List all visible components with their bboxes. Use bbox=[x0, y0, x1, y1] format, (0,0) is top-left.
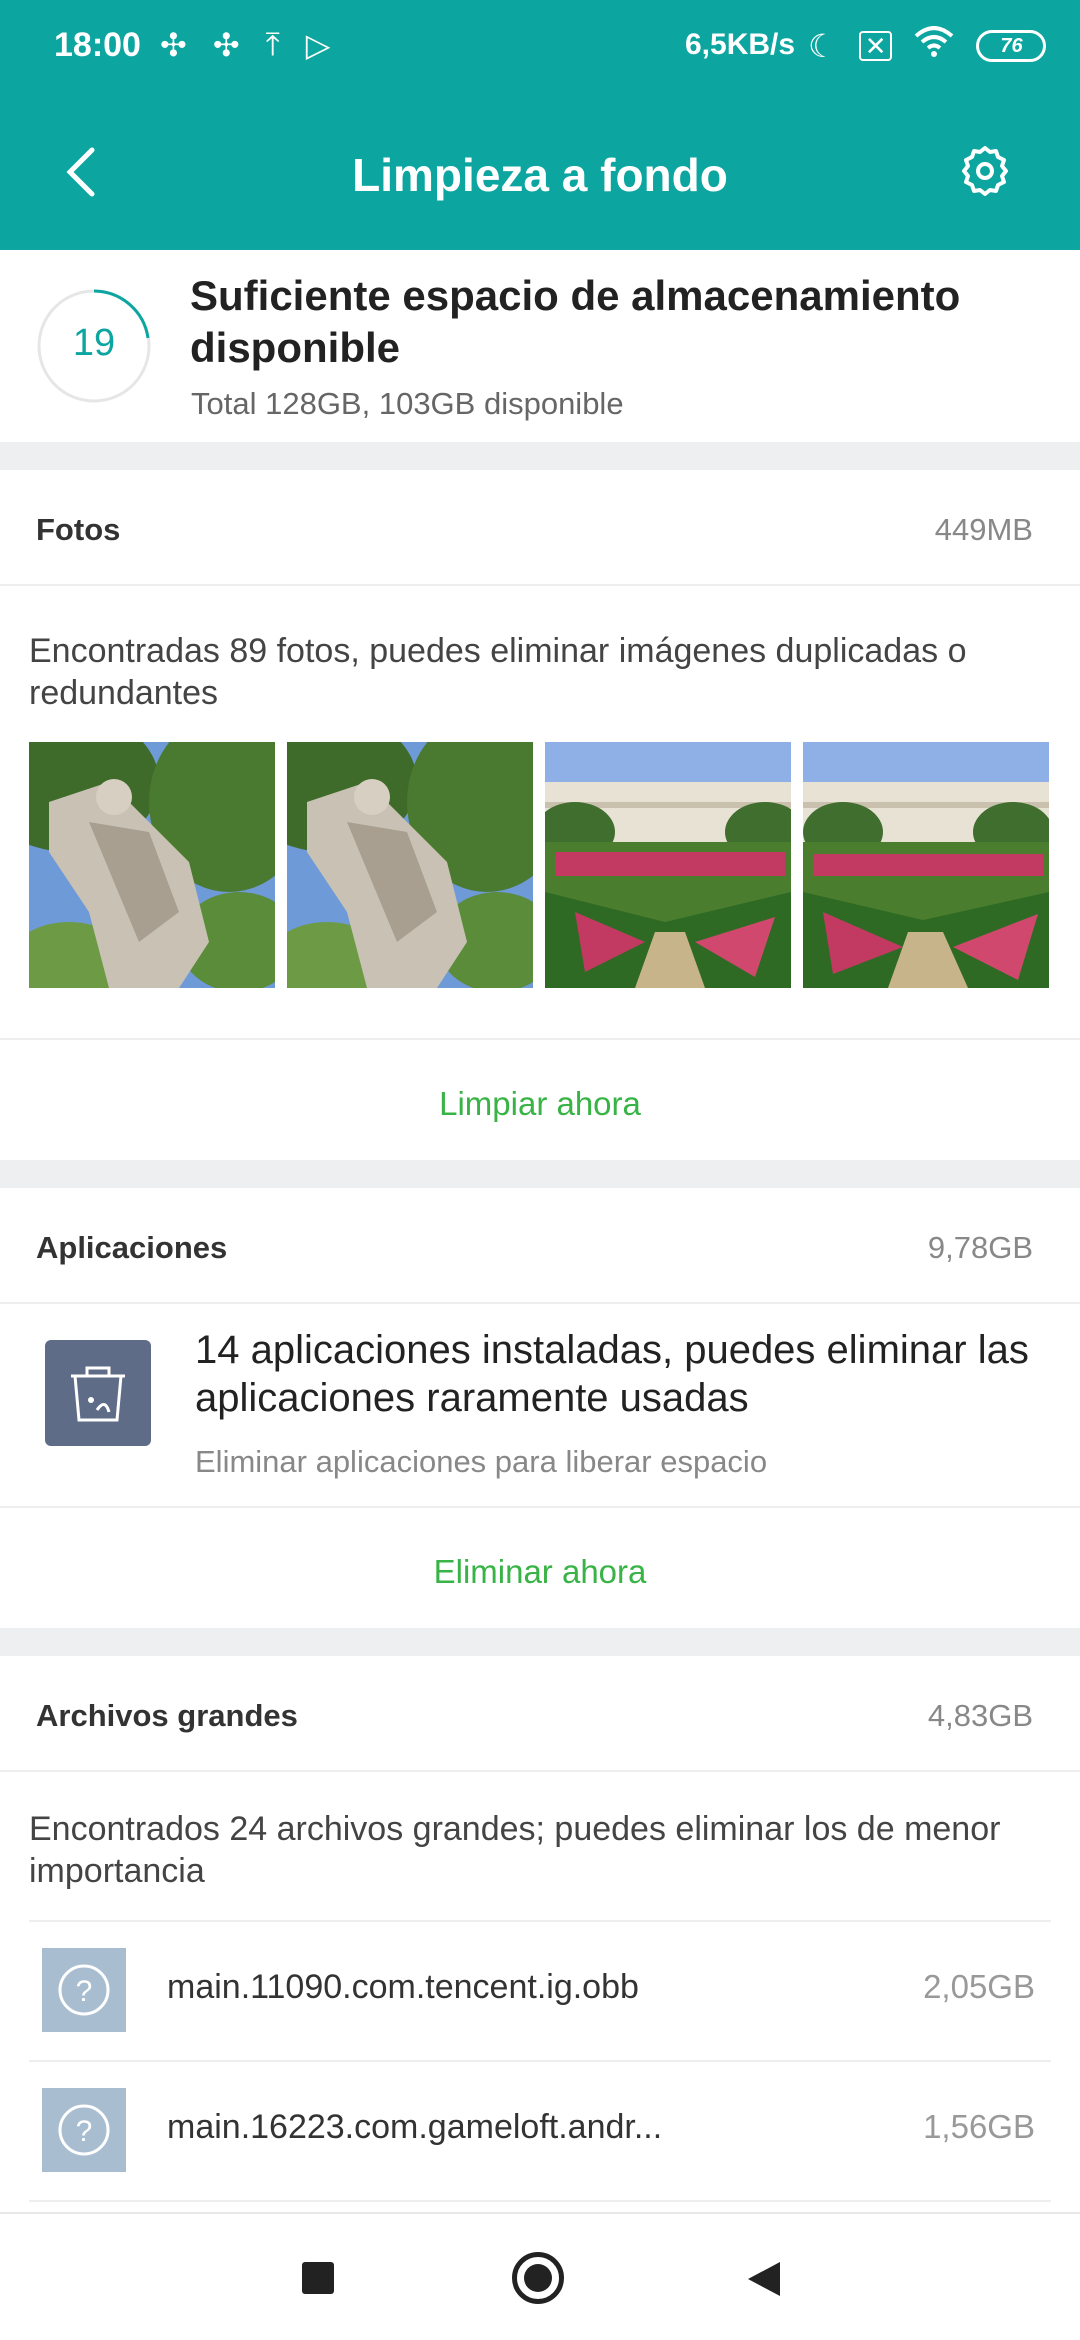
clean-now-button[interactable]: Limpiar ahora bbox=[0, 1085, 1080, 1123]
gear-icon bbox=[962, 146, 1008, 196]
palace-garden-photo bbox=[803, 742, 1049, 988]
file-size: 2,05GB bbox=[923, 1968, 1035, 2005]
remove-now-button[interactable]: Eliminar ahora bbox=[0, 1553, 1080, 1591]
status-time: 18:00 bbox=[54, 26, 141, 64]
sim-x-icon: ✕ bbox=[858, 31, 893, 61]
photos-description: Encontradas 89 fotos, puedes eliminar im… bbox=[29, 632, 967, 712]
moon-icon: ☾ bbox=[808, 28, 837, 64]
upload-icon: ⤒ bbox=[265, 26, 280, 62]
pinwheel-icon: ✣ bbox=[212, 27, 240, 63]
large-files-description: Encontrados 24 archivos grandes; puedes … bbox=[29, 1810, 1001, 1890]
apps-size: 9,78GB bbox=[927, 1230, 1033, 1265]
section-divider bbox=[0, 442, 1080, 470]
apps-subtitle: Eliminar aplicaciones para liberar espac… bbox=[195, 1444, 768, 1479]
page-title: Limpieza a fondo bbox=[352, 149, 728, 201]
notification-icons: ✣ ✣ ⤒ ▷ bbox=[160, 26, 330, 64]
divider bbox=[29, 2200, 1051, 2202]
network-speed: 6,5KB/s bbox=[685, 28, 796, 61]
home-button[interactable] bbox=[512, 2252, 564, 2304]
file-name: main.11090.com.tencent.ig.obb bbox=[167, 1968, 639, 2006]
file-size: 1,56GB bbox=[923, 2108, 1035, 2145]
statue-photo bbox=[287, 742, 533, 988]
large-files-size: 4,83GB bbox=[927, 1698, 1033, 1733]
photo-thumbnail[interactable] bbox=[287, 742, 533, 988]
system-nav-bar bbox=[0, 2212, 1080, 2340]
large-files-label: Archivos grandes bbox=[36, 1698, 298, 1733]
apps-card: Aplicaciones 9,78GB 14 aplicaciones inst… bbox=[0, 1188, 1080, 1628]
photos-label: Fotos bbox=[36, 512, 121, 547]
app-header: 18:00 ✣ ✣ ⤒ ▷ 6,5KB/s ☾ ✕ 76 Limpieza a … bbox=[0, 0, 1080, 250]
photo-thumbnail[interactable] bbox=[545, 742, 791, 988]
back-nav-button[interactable] bbox=[746, 2260, 782, 2303]
summary-subtitle: Total 128GB, 103GB disponible bbox=[191, 386, 624, 421]
apps-label: Aplicaciones bbox=[36, 1230, 228, 1265]
file-row[interactable]: ? main.16223.com.gameloft.andr... 1,56GB bbox=[0, 2062, 1080, 2200]
file-row[interactable]: ? main.11090.com.tencent.ig.obb 2,05GB bbox=[0, 1922, 1080, 2060]
statue-photo bbox=[29, 742, 275, 988]
photos-header[interactable]: Fotos 449MB bbox=[0, 470, 1080, 586]
large-files-header[interactable]: Archivos grandes 4,83GB bbox=[0, 1656, 1080, 1772]
battery-icon: 76 bbox=[976, 30, 1047, 62]
play-store-icon: ▷ bbox=[305, 27, 331, 63]
divider bbox=[0, 1038, 1080, 1040]
storage-score: 19 bbox=[72, 322, 116, 364]
photo-thumbnail[interactable] bbox=[803, 742, 1049, 988]
unknown-file-icon: ? bbox=[42, 2088, 126, 2172]
palace-garden-photo bbox=[545, 742, 791, 988]
pinwheel-icon: ✣ bbox=[160, 27, 187, 63]
apps-summary-row[interactable]: 14 aplicaciones instaladas, puedes elimi… bbox=[0, 1304, 1080, 1504]
photo-thumbnail[interactable] bbox=[29, 742, 275, 988]
svg-text:?: ? bbox=[76, 1975, 93, 2008]
file-name: main.16223.com.gameloft.andr... bbox=[167, 2108, 663, 2146]
home-dot-icon bbox=[524, 2264, 552, 2292]
section-divider bbox=[0, 1628, 1080, 1656]
svg-text:?: ? bbox=[76, 2115, 93, 2148]
section-divider bbox=[0, 1160, 1080, 1188]
wifi-icon bbox=[914, 26, 954, 66]
uninstall-apps-icon bbox=[45, 1340, 151, 1446]
apps-header[interactable]: Aplicaciones 9,78GB bbox=[0, 1188, 1080, 1304]
unknown-file-icon: ? bbox=[42, 1948, 126, 2032]
triangle-back-icon bbox=[748, 2262, 780, 2296]
summary-title: Suficiente espacio de almacenamiento dis… bbox=[190, 272, 961, 371]
large-files-card: Archivos grandes 4,83GB Encontrados 24 a… bbox=[0, 1656, 1080, 2212]
status-bar: 18:00 ✣ ✣ ⤒ ▷ 6,5KB/s ☾ ✕ 76 bbox=[0, 0, 1080, 90]
system-icons: ☾ ✕ 76 bbox=[808, 26, 1047, 66]
photos-size: 449MB bbox=[934, 512, 1033, 547]
settings-button[interactable] bbox=[958, 144, 1012, 198]
divider bbox=[0, 1506, 1080, 1508]
storage-summary: 19 Suficiente espacio de almacenamiento … bbox=[0, 250, 1080, 442]
apps-title: 14 aplicaciones instaladas, puedes elimi… bbox=[195, 1328, 1029, 1420]
recents-button[interactable] bbox=[302, 2262, 334, 2294]
